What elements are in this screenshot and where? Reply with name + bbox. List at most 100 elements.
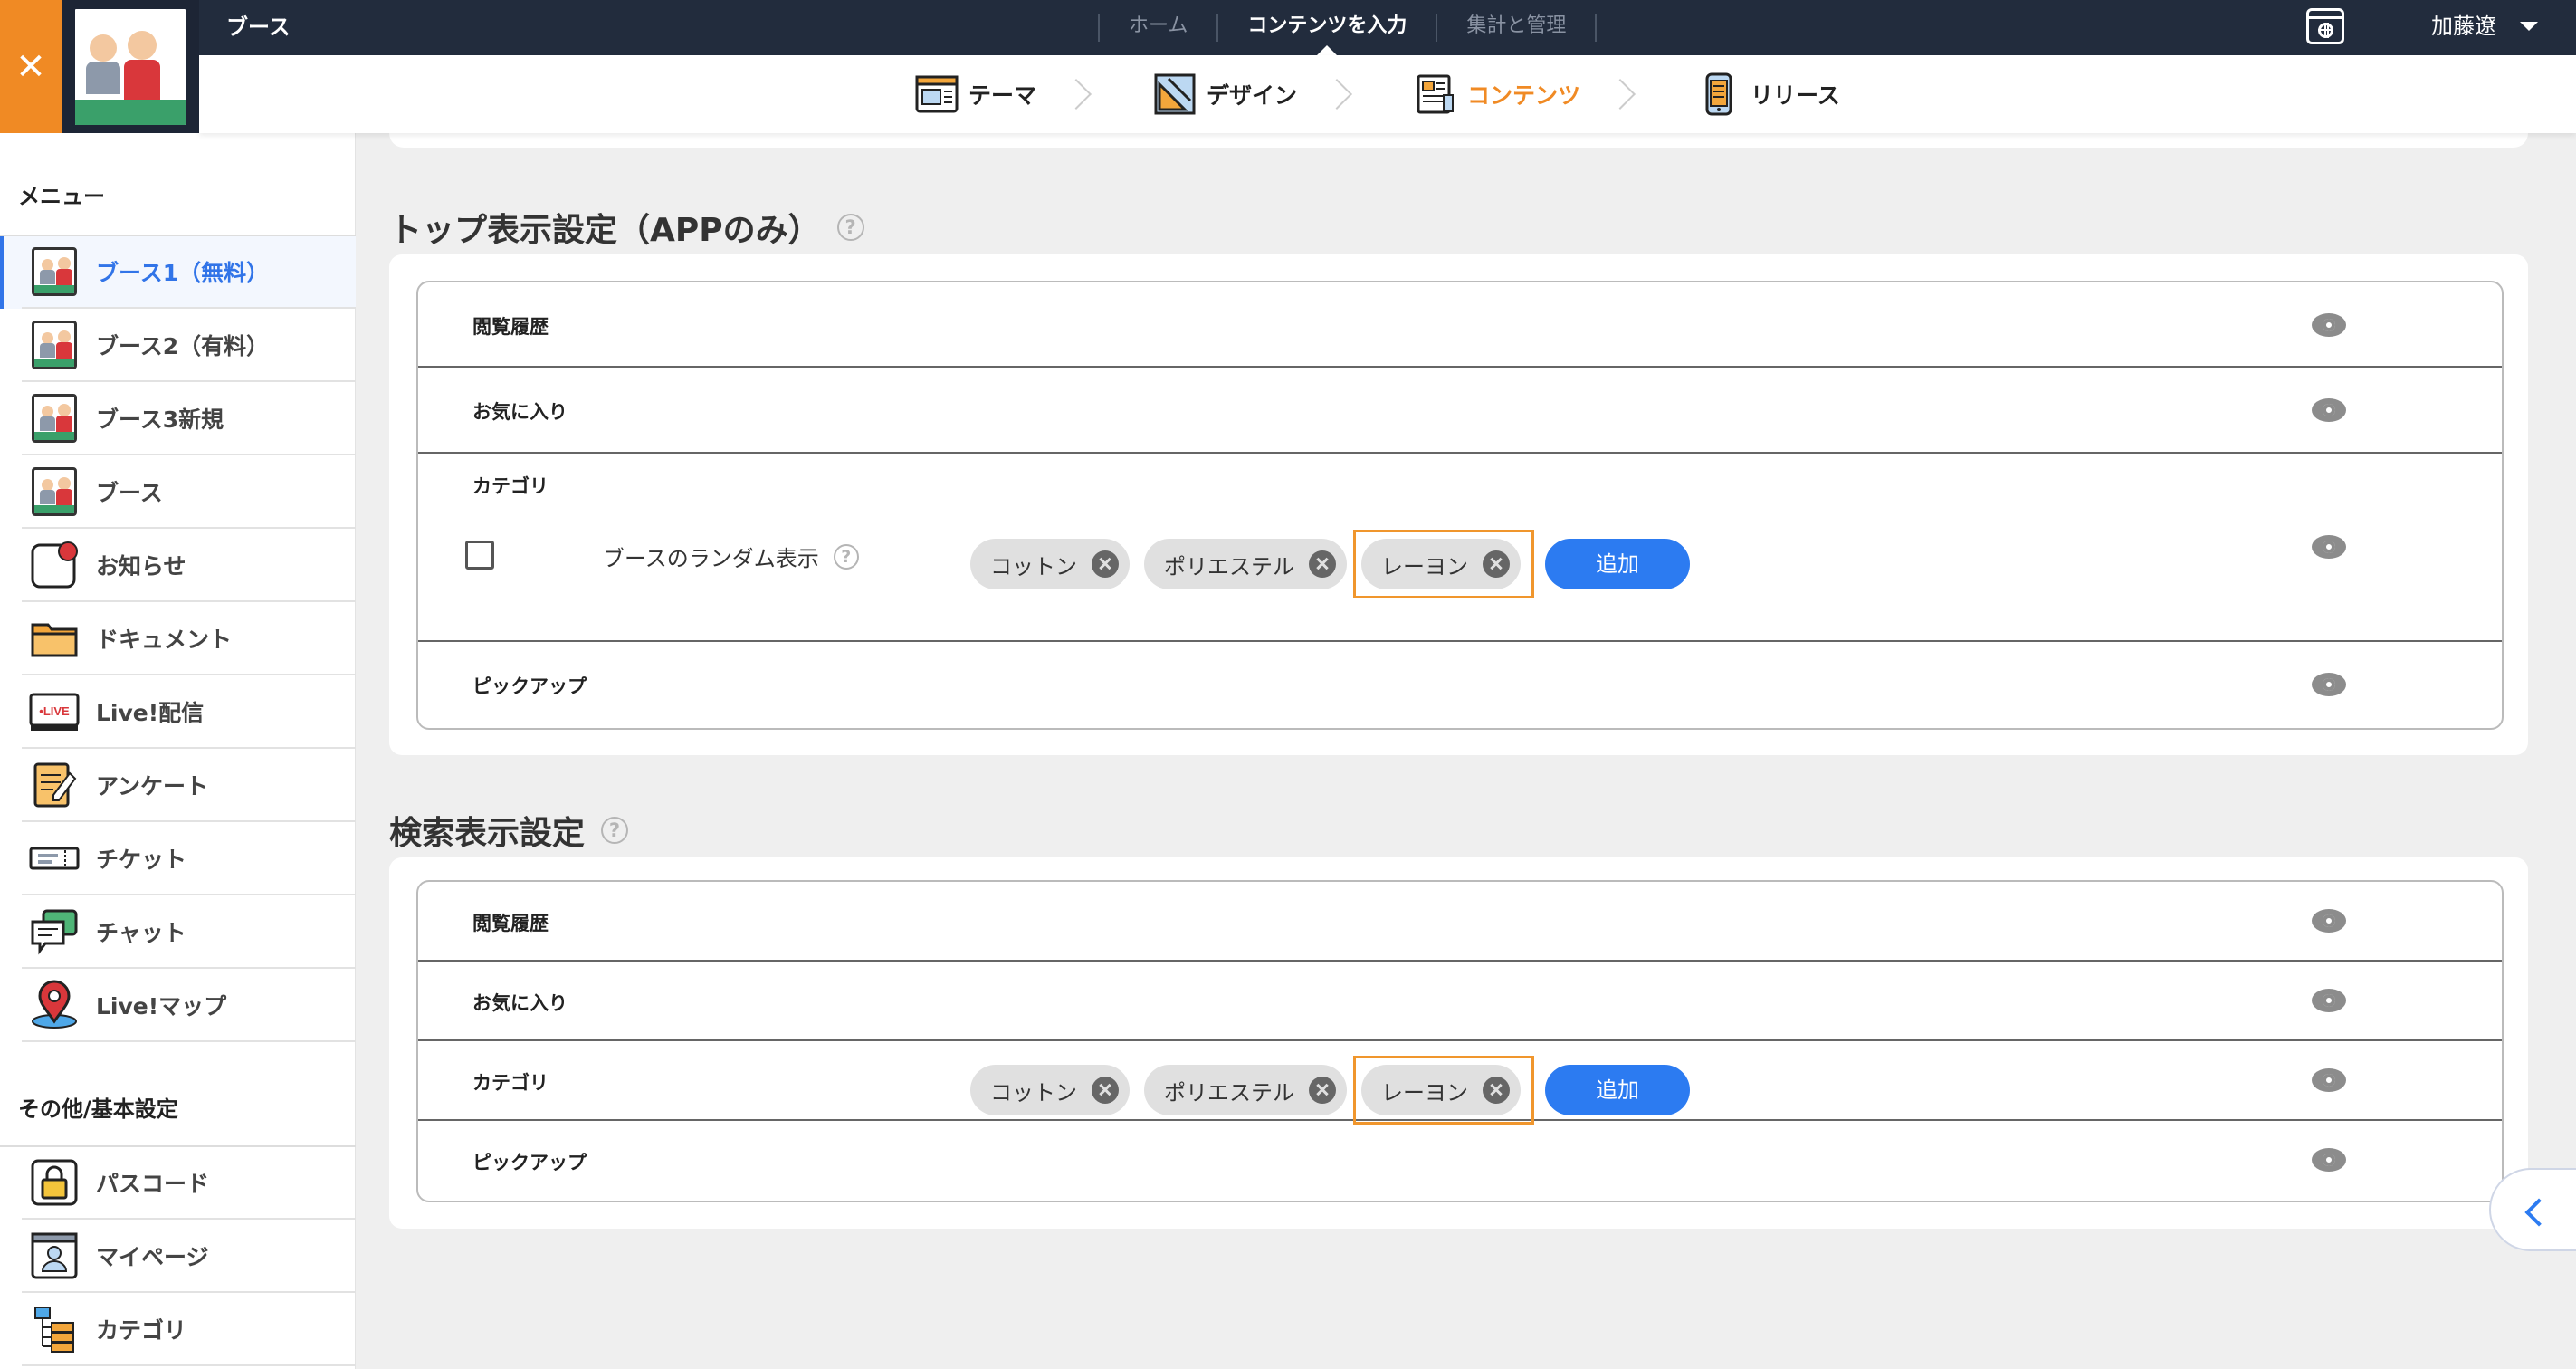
remove-chip-icon[interactable] <box>1309 1077 1336 1104</box>
remove-chip-icon[interactable] <box>1483 1077 1510 1104</box>
row-label: カテゴリ <box>472 475 549 497</box>
sidebar-item-category[interactable]: カテゴリ <box>0 1294 356 1366</box>
highlight-box: レーヨン <box>1353 530 1534 598</box>
sidebar-item-label: アンケート <box>96 773 209 799</box>
menu-heading: メニュー <box>18 184 105 209</box>
main-content: トップ表示設定（APPのみ） ? 閲覧履歴 お気に入り カテゴリ ブースのランダ… <box>356 133 2576 1369</box>
category-icon <box>29 1304 80 1355</box>
top-display-title: トップ表示設定（APPのみ） ? <box>389 204 864 251</box>
steps: テーマ デザイン コンテンツ リリース <box>914 55 1840 133</box>
notification-icon <box>29 540 80 590</box>
top-bar: ブース ホーム コンテンツを入力 集計と管理 加藤遼 <box>0 0 2576 56</box>
sidebar-item-label: Live!マップ <box>96 993 227 1020</box>
nav-home[interactable]: ホーム <box>1100 0 1216 55</box>
close-button[interactable]: ✕ <box>0 0 62 133</box>
user-menu[interactable]: 加藤遼 <box>2431 0 2538 53</box>
eye-icon[interactable] <box>2312 989 2346 1012</box>
search-display-title: 検索表示設定 ? <box>389 807 629 854</box>
row-favorites: お気に入り <box>418 368 2502 454</box>
chevron-down-icon <box>2520 22 2538 31</box>
sidebar-item-label: ドキュメント <box>96 627 233 653</box>
category-chip: ポリエステル <box>1144 1065 1347 1115</box>
step-theme[interactable]: テーマ <box>914 72 1036 117</box>
sidebar-item-label: カテゴリ <box>96 1317 187 1344</box>
step-label: デザイン <box>1207 82 1298 109</box>
sidebar-item-label: チャット <box>96 920 186 946</box>
remove-chip-icon[interactable] <box>1483 550 1510 578</box>
chevron-right-icon <box>1315 76 1379 112</box>
search-display-card: 閲覧履歴 お気に入り カテゴリ コットン ポリエステル レーヨン 追加 ピックア… <box>389 857 2528 1229</box>
sidebar-item-notices[interactable]: お知らせ <box>0 530 356 602</box>
step-design[interactable]: デザイン <box>1152 72 1297 117</box>
eye-icon[interactable] <box>2312 535 2346 559</box>
random-display-text: ブースのランダム表示 <box>603 546 819 571</box>
sidebar-item-live-map[interactable]: Live!マップ <box>0 970 356 1042</box>
chip-label: レーヨン <box>1381 1079 1468 1106</box>
remove-chip-icon[interactable] <box>1092 550 1119 578</box>
remove-chip-icon[interactable] <box>1309 550 1336 578</box>
sidebar-item-live[interactable]: •LIVE Live!配信 <box>0 676 356 749</box>
sidebar-item-label: パスコード <box>96 1171 210 1197</box>
top-display-card: 閲覧履歴 お気に入り カテゴリ ブースのランダム表示 ? コットン ポリエステル <box>389 254 2528 755</box>
category-chip: レーヨン <box>1361 539 1521 589</box>
sidebar-item-survey[interactable]: アンケート <box>0 750 356 822</box>
user-name: 加藤遼 <box>2431 14 2496 39</box>
sidebar-item-passcode[interactable]: パスコード <box>0 1147 356 1220</box>
sidebar-item-label: お知らせ <box>96 553 186 579</box>
step-label: テーマ <box>968 82 1037 109</box>
sidebar-item-booth3[interactable]: ブース3新規 <box>0 383 356 455</box>
eye-icon[interactable] <box>2312 909 2346 933</box>
random-display-label: ブースのランダム表示 ? <box>603 541 859 572</box>
profile-icon <box>29 1230 80 1281</box>
help-icon[interactable]: ? <box>836 214 864 241</box>
highlight-box: レーヨン <box>1353 1056 1534 1125</box>
eye-icon[interactable] <box>2312 398 2346 422</box>
nav-separator <box>1595 14 1598 42</box>
survey-icon <box>29 760 80 810</box>
collapse-panel-button[interactable] <box>2489 1168 2576 1251</box>
add-category-button[interactable]: 追加 <box>1545 1065 1690 1115</box>
eye-icon[interactable] <box>2312 1148 2346 1172</box>
eye-icon[interactable] <box>2312 313 2346 337</box>
sidebar-item-booth[interactable]: ブース <box>0 456 356 529</box>
chip-label: コットン <box>990 553 1077 579</box>
category-chip: ポリエステル <box>1144 539 1347 589</box>
nav-enter-contents[interactable]: コンテンツを入力 <box>1218 0 1436 56</box>
sidebar-item-booth1[interactable]: ブース1（無料） <box>0 236 356 309</box>
ticket-icon <box>29 833 80 884</box>
previous-card-edge <box>389 133 2528 148</box>
row-pickup: ピックアップ <box>418 1121 2502 1201</box>
nav-stats-management[interactable]: 集計と管理 <box>1437 0 1595 55</box>
row-label: 閲覧履歴 <box>472 913 549 934</box>
row-category: カテゴリ コットン ポリエステル レーヨン 追加 <box>418 1041 2502 1125</box>
help-icon[interactable]: ? <box>601 817 629 844</box>
sidebar-item-label: マイページ <box>96 1244 209 1270</box>
help-icon[interactable]: ? <box>833 543 859 570</box>
close-icon: ✕ <box>15 45 46 88</box>
step-release[interactable]: リリース <box>1696 72 1840 117</box>
sidebar-item-label: ブース <box>96 480 163 506</box>
sidebar-item-label: ブース1（無料） <box>96 260 270 286</box>
sidebar-item-mypage[interactable]: マイページ <box>0 1221 356 1293</box>
sidebar: メニュー ブース1（無料） ブース2（有料） ブース3新規 ブース お知らせ ド… <box>0 133 356 1369</box>
row-label: お気に入り <box>472 992 568 1014</box>
eye-icon[interactable] <box>2312 673 2346 696</box>
add-category-button[interactable]: 追加 <box>1545 539 1690 589</box>
release-icon <box>1696 72 1741 117</box>
sidebar-item-documents[interactable]: ドキュメント <box>0 603 356 675</box>
booth-icon <box>29 320 80 370</box>
theme-icon <box>914 72 959 117</box>
random-display-checkbox[interactable] <box>465 541 494 570</box>
row-label: お気に入り <box>472 401 568 423</box>
sidebar-item-label: ブース2（有料） <box>96 333 270 359</box>
preview-web-icon[interactable] <box>2306 8 2344 44</box>
remove-chip-icon[interactable] <box>1092 1077 1119 1104</box>
chip-label: ポリエステル <box>1164 1079 1294 1106</box>
sidebar-item-label: Live!配信 <box>96 700 205 726</box>
booth-icon <box>29 246 80 297</box>
sidebar-item-ticket[interactable]: チケット <box>0 823 356 895</box>
step-contents[interactable]: コンテンツ <box>1413 72 1580 117</box>
sidebar-item-booth2[interactable]: ブース2（有料） <box>0 310 356 382</box>
sidebar-item-chat[interactable]: チャット <box>0 896 356 969</box>
eye-icon[interactable] <box>2312 1068 2346 1092</box>
